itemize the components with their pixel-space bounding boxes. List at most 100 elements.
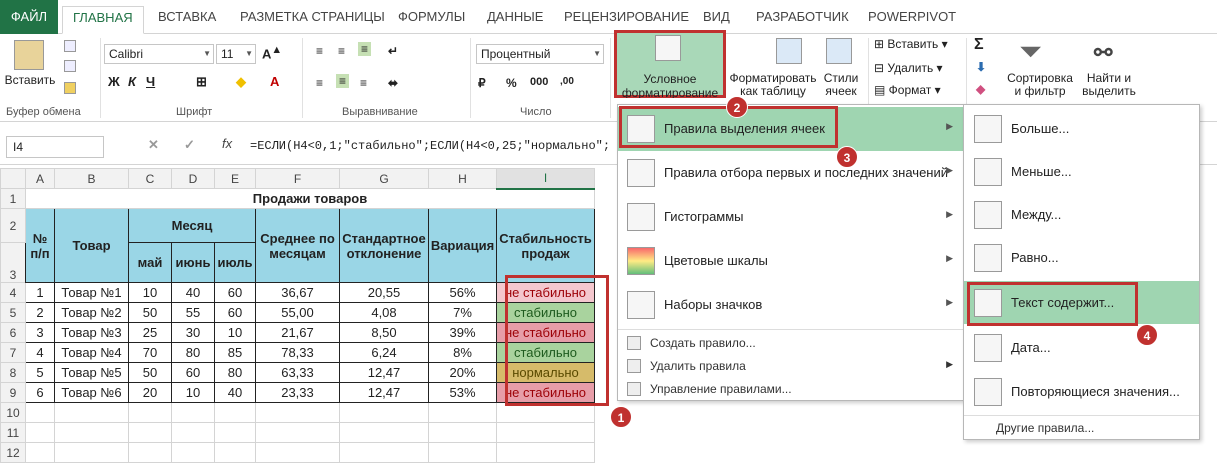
table-cell[interactable]: 12,47	[339, 382, 429, 403]
table-cell[interactable]: 80	[171, 342, 215, 363]
table-cell[interactable]: 85	[214, 342, 256, 363]
name-box[interactable]: I4	[6, 136, 104, 158]
align-bottom-icon[interactable]: ≡	[358, 42, 372, 56]
column-header[interactable]: A	[25, 168, 55, 189]
tab-page-layout[interactable]: РАЗМЕТКА СТРАНИЦЫ	[240, 6, 385, 28]
table-cell[interactable]: 55,00	[255, 302, 340, 323]
fill-color-icon[interactable]: ◆	[236, 74, 246, 90]
underline-button[interactable]: Ч	[146, 74, 155, 89]
row-header[interactable]: 9	[0, 382, 26, 403]
table-cell[interactable]: 8%	[428, 342, 497, 363]
row-header[interactable]: 8	[0, 362, 26, 383]
menu-new-rule[interactable]: Создать правило...	[618, 332, 963, 354]
formula-input[interactable]: =ЕСЛИ(H4<0,1;"стабильно";ЕСЛИ(H4<0,25;"н…	[250, 136, 620, 158]
grow-font-icon[interactable]: A▲	[262, 44, 282, 61]
table-cell[interactable]: 23,33	[255, 382, 340, 403]
menu-color-scales[interactable]: Цветовые шкалы ▶	[618, 239, 963, 283]
format-cells-button[interactable]: ▤ Формат ▾	[874, 84, 964, 97]
cut-icon[interactable]	[64, 40, 76, 52]
table-cell[interactable]: 6	[25, 382, 55, 403]
column-header[interactable]: C	[128, 168, 172, 189]
row-header[interactable]: 6	[0, 322, 26, 343]
borders-icon[interactable]: ⊞	[196, 74, 207, 90]
table-cell[interactable]: 6,24	[339, 342, 429, 363]
table-cell[interactable]: 1	[25, 282, 55, 303]
table-cell[interactable]: Товар №3	[54, 322, 129, 343]
row-header[interactable]: 1	[0, 188, 26, 209]
table-cell[interactable]: 70	[128, 342, 172, 363]
comma-style-icon[interactable]: 000	[530, 76, 548, 88]
table-cell[interactable]: 12,47	[339, 362, 429, 383]
header-month[interactable]: Месяц	[128, 208, 256, 243]
table-cell[interactable]: 39%	[428, 322, 497, 343]
submenu-more-rules[interactable]: Другие правила...	[996, 421, 1094, 435]
enter-icon[interactable]: ✓	[184, 137, 195, 153]
tab-file[interactable]: ФАЙЛ	[0, 0, 58, 34]
column-header[interactable]: H	[428, 168, 497, 189]
menu-manage-rules[interactable]: Управление правилами...	[618, 378, 963, 400]
row-header[interactable]: 2	[0, 208, 26, 243]
autosum-icon[interactable]: Σ	[974, 36, 984, 54]
italic-button[interactable]: К	[128, 74, 136, 89]
select-all[interactable]	[0, 168, 26, 189]
table-cell[interactable]: 20	[128, 382, 172, 403]
table-cell[interactable]: Товар №6	[54, 382, 129, 403]
table-cell[interactable]: 2	[25, 302, 55, 323]
sort-filter-button[interactable]: Сортировка и фильтр	[1004, 72, 1076, 98]
align-center-icon[interactable]: ≡	[336, 74, 350, 88]
copy-icon[interactable]	[64, 60, 76, 72]
table-cell[interactable]: 53%	[428, 382, 497, 403]
table-cell[interactable]: 40	[171, 282, 215, 303]
table-cell[interactable]: 20,55	[339, 282, 429, 303]
table-cell[interactable]: 63,33	[255, 362, 340, 383]
table-cell[interactable]: 4,08	[339, 302, 429, 323]
row-header[interactable]: 7	[0, 342, 26, 363]
column-header[interactable]: B	[54, 168, 129, 189]
column-header[interactable]: I	[496, 168, 595, 190]
column-header[interactable]: F	[255, 168, 340, 189]
column-header[interactable]: G	[339, 168, 429, 189]
format-as-table-button[interactable]: Форматировать как таблицу	[726, 72, 820, 98]
table-cell[interactable]: 60	[214, 302, 256, 323]
table-cell[interactable]: Товар №4	[54, 342, 129, 363]
merge-icon[interactable]: ⬌	[388, 76, 398, 90]
header-may[interactable]: май	[128, 242, 172, 283]
percent-icon[interactable]: %	[506, 76, 517, 90]
table-cell[interactable]: 30	[171, 322, 215, 343]
cancel-icon[interactable]: ✕	[148, 137, 159, 153]
header-std[interactable]: Стандартное отклонение	[339, 208, 429, 283]
table-cell[interactable]: 36,67	[255, 282, 340, 303]
table-cell[interactable]: 10	[171, 382, 215, 403]
table-cell[interactable]: Товар №1	[54, 282, 129, 303]
menu-icon-sets[interactable]: Наборы значков ▶	[618, 283, 963, 327]
align-middle-icon[interactable]: ≡	[338, 44, 345, 58]
table-cell[interactable]: 60	[171, 362, 215, 383]
table-cell[interactable]: 10	[214, 322, 256, 343]
fill-icon[interactable]: ⬇	[976, 60, 986, 74]
currency-icon[interactable]: ₽	[478, 76, 486, 90]
tab-developer[interactable]: РАЗРАБОТЧИК	[756, 6, 849, 28]
table-cell[interactable]: 7%	[428, 302, 497, 323]
wrap-text-icon[interactable]: ↵	[388, 44, 398, 58]
table-cell[interactable]: 20%	[428, 362, 497, 383]
menu-data-bars[interactable]: Гистограммы ▶	[618, 195, 963, 239]
header-var[interactable]: Вариация	[428, 208, 497, 283]
submenu-between[interactable]: Между...	[964, 193, 1199, 236]
clear-icon[interactable]: ◆	[976, 82, 985, 96]
row-header[interactable]: 11	[0, 422, 26, 443]
submenu-date-occurring[interactable]: Дата...	[964, 326, 1199, 369]
table-cell[interactable]: 55	[171, 302, 215, 323]
insert-cells-button[interactable]: ⊞ Вставить ▾	[874, 38, 964, 51]
bold-button[interactable]: Ж	[108, 74, 120, 89]
tab-powerpivot[interactable]: POWERPIVOT	[868, 6, 956, 28]
table-cell[interactable]: 8,50	[339, 322, 429, 343]
column-header[interactable]: D	[171, 168, 215, 189]
table-cell[interactable]: 50	[128, 362, 172, 383]
header-june[interactable]: июнь	[171, 242, 215, 283]
tab-review[interactable]: РЕЦЕНЗИРОВАНИЕ	[564, 6, 689, 28]
align-top-icon[interactable]: ≡	[316, 44, 323, 58]
column-header[interactable]: E	[214, 168, 256, 189]
submenu-duplicate-values[interactable]: Повторяющиеся значения...	[964, 370, 1199, 413]
table-cell[interactable]: 3	[25, 322, 55, 343]
row-header[interactable]: 10	[0, 402, 26, 423]
